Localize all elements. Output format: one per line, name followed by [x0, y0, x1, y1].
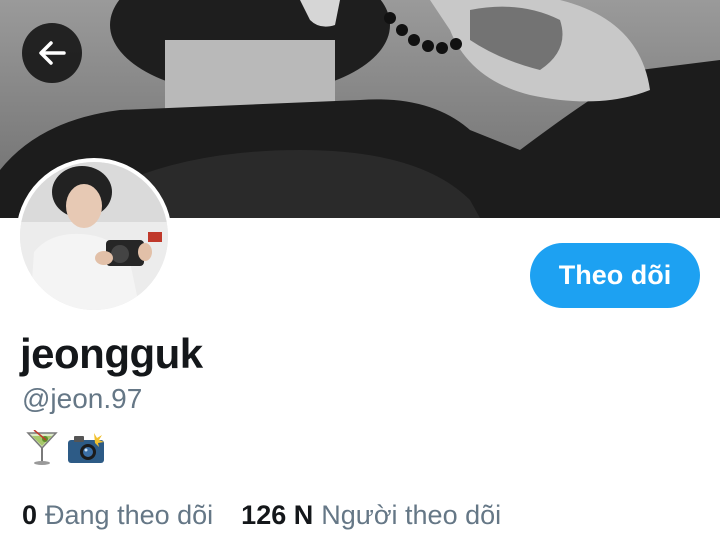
- followers-count: 126 N: [241, 500, 314, 530]
- display-name: jeongguk: [20, 330, 203, 377]
- cocktail-glass-icon: [26, 430, 58, 465]
- avatar[interactable]: [16, 158, 172, 314]
- followers-stat[interactable]: 126 N Người theo dõi: [241, 500, 501, 531]
- follow-stats: 0 Đang theo dõi 126 N Người theo dõi: [22, 500, 501, 531]
- following-count: 0: [22, 500, 38, 530]
- followers-label: Người theo dõi: [321, 500, 502, 530]
- avatar-image: [20, 162, 168, 310]
- camera-flash-icon: [68, 433, 104, 463]
- bio: [26, 430, 106, 466]
- following-stat[interactable]: 0 Đang theo dõi: [22, 500, 213, 531]
- following-label: Đang theo dõi: [45, 500, 214, 530]
- arrow-left-icon: [39, 41, 66, 65]
- back-button[interactable]: [22, 23, 82, 83]
- user-handle: @jeon.97: [22, 383, 143, 414]
- follow-button[interactable]: Theo dõi: [530, 243, 700, 308]
